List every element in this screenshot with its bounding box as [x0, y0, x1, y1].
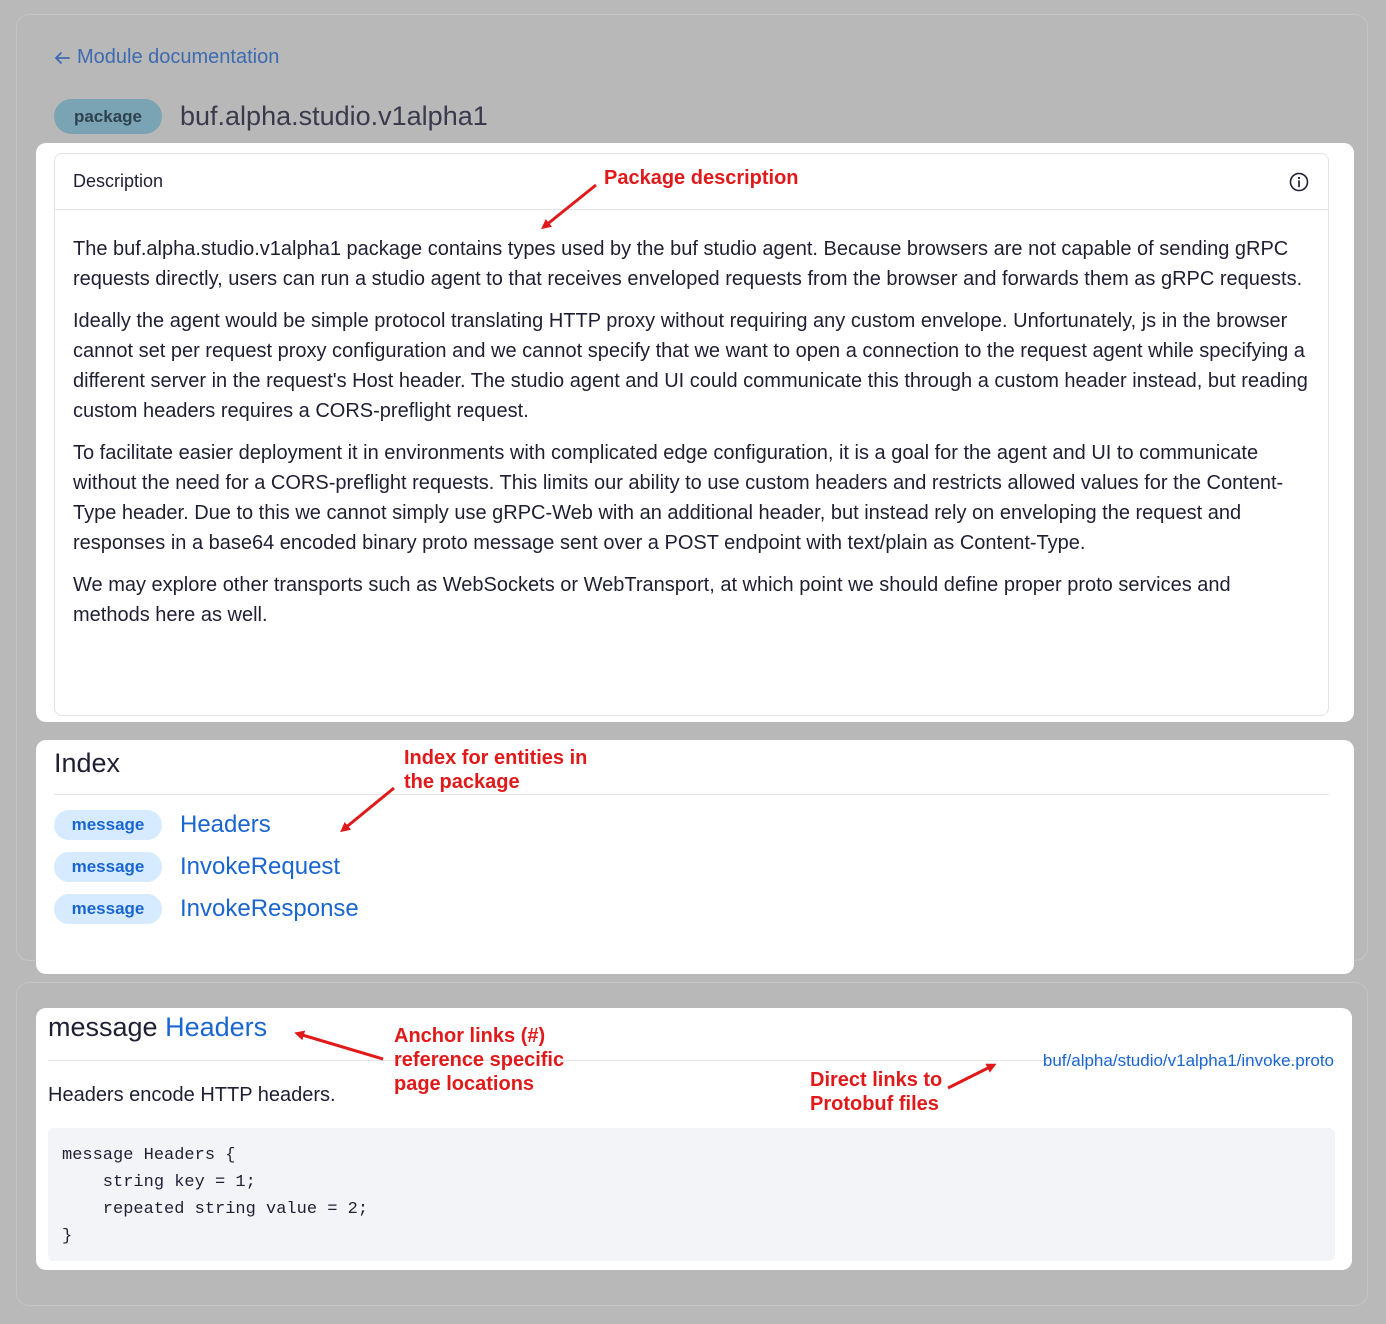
- annotation-line: Index for entities in: [404, 747, 588, 769]
- annotation-anchor-links: Anchor links (#) reference specific page…: [394, 1024, 564, 1096]
- index-item: message InvokeResponse: [54, 894, 359, 924]
- code-content: message Headers { string key = 1; repeat…: [62, 1146, 369, 1246]
- annotation-line: Protobuf files: [810, 1093, 939, 1115]
- index-link-headers[interactable]: Headers: [180, 811, 271, 839]
- description-card: Description The buf.alpha.studio.v1alpha…: [36, 143, 1354, 722]
- description-paragraph: Ideally the agent would be simple protoc…: [73, 310, 1308, 422]
- annotation-package-description: Package description: [604, 167, 799, 189]
- message-badge: message: [54, 894, 162, 924]
- message-anchor-link[interactable]: Headers: [165, 1012, 267, 1042]
- annotation-index: Index for entities in the package: [404, 746, 587, 794]
- index-link-invokerequest[interactable]: InvokeRequest: [180, 853, 340, 881]
- index-link-invokeresponse[interactable]: InvokeResponse: [180, 895, 359, 923]
- annotation-direct-links: Direct links to Protobuf files: [810, 1068, 942, 1116]
- proto-file-link[interactable]: buf/alpha/studio/v1alpha1/invoke.proto: [1043, 1051, 1334, 1071]
- message-badge: message: [54, 810, 162, 840]
- annotation-line: the package: [404, 771, 520, 793]
- package-name: buf.alpha.studio.v1alpha1: [180, 101, 488, 131]
- index-divider: [54, 794, 1329, 795]
- index-title: Index: [54, 748, 121, 778]
- back-to-module-docs-link[interactable]: Module documentation: [53, 46, 279, 69]
- annotation-line: page locations: [394, 1073, 535, 1095]
- index-card: Index message Headers message InvokeRequ…: [36, 740, 1354, 974]
- annotation-line: Anchor links (#): [394, 1025, 546, 1047]
- index-item: message Headers: [54, 810, 271, 840]
- arrow-left-icon: [55, 51, 70, 64]
- message-description: Headers encode HTTP headers.: [48, 1084, 336, 1106]
- description-body: The buf.alpha.studio.v1alpha1 package co…: [55, 210, 1328, 630]
- package-badge: package: [54, 99, 162, 134]
- message-kind: message: [48, 1012, 158, 1042]
- info-icon[interactable]: [1288, 171, 1310, 193]
- description-header-label: Description: [73, 171, 164, 191]
- annotation-line: Direct links to: [810, 1069, 943, 1091]
- description-paragraph: To facilitate easier deployment it in en…: [73, 442, 1284, 554]
- index-item: message InvokeRequest: [54, 852, 340, 882]
- message-badge: message: [54, 852, 162, 882]
- message-title: message Headers: [48, 1012, 267, 1043]
- description-paragraph: We may explore other transports such as …: [73, 574, 1231, 626]
- annotation-line: reference specific: [394, 1049, 565, 1071]
- code-block: message Headers { string key = 1; repeat…: [48, 1128, 1335, 1261]
- message-card: message Headers buf/alpha/studio/v1alpha…: [36, 1008, 1352, 1270]
- back-link-label: Module documentation: [77, 46, 280, 68]
- description-paragraph: The buf.alpha.studio.v1alpha1 package co…: [73, 238, 1303, 290]
- description-box: Description The buf.alpha.studio.v1alpha…: [54, 153, 1329, 716]
